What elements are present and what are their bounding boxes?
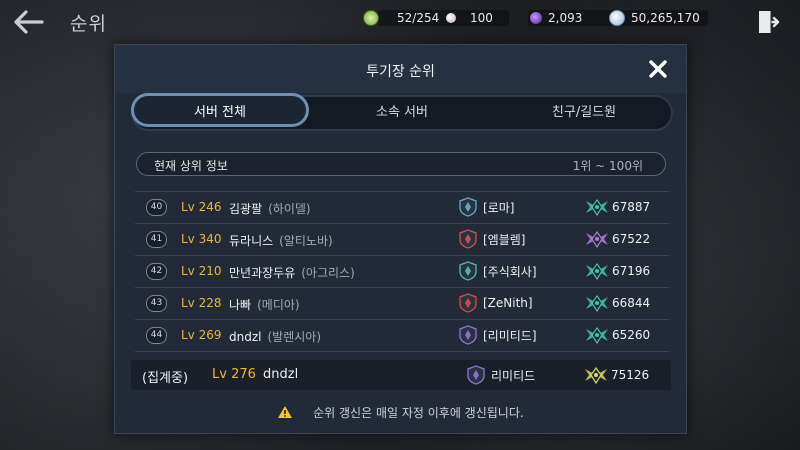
guild-crest-icon [459, 293, 477, 313]
score-value: 67522 [612, 232, 651, 246]
player-name: dndzl [229, 330, 262, 344]
arena-score: 66844 [584, 291, 650, 315]
player-server: (아그리스) [301, 266, 355, 280]
tab-friends-guild[interactable]: 친구/길드원 [495, 97, 673, 129]
resource-silver: 50,265,170 [609, 9, 700, 27]
my-name: dndzl [263, 367, 299, 382]
player-name: 나빠 [229, 298, 252, 312]
guild-crest-icon [459, 325, 477, 345]
rank-range: 1위 ~ 100위 [572, 159, 643, 173]
ranking-row[interactable]: 41 Lv 340 듀라니스 (알티노바) [엠블렘] 67522 [135, 223, 669, 255]
rank-number: 40 [146, 199, 167, 216]
page-title: 순위 [70, 13, 107, 35]
player-level: Lv 228 [181, 296, 222, 310]
guild-name: [로마] [483, 200, 515, 215]
guild: [ZeNith] [459, 291, 533, 315]
ranking-row[interactable]: 43 Lv 228 나빠 (메디아) [ZeNith] 66844 [135, 287, 669, 319]
my-score: 75126 [583, 363, 649, 387]
player-server: (메디아) [257, 298, 300, 312]
tab-my-server[interactable]: 소속 서버 [313, 97, 491, 129]
top-info-label: 현재 상위 정보 [154, 159, 228, 173]
arena-score: 65260 [584, 323, 650, 347]
arena-score: 67522 [584, 227, 650, 251]
guild: [로마] [459, 195, 514, 219]
ranking-row[interactable]: 42 Lv 210 만년과장두유 (아그리스) [주식회사] 67196 [135, 255, 669, 287]
my-guild: 리미티드 [467, 363, 535, 387]
ranking-tabs: 서버 전체 소속 서버 친구/길드원 [131, 93, 673, 131]
player-name-group: dndzl (발렌시아) [229, 328, 321, 345]
rank-number: 44 [146, 327, 167, 344]
arena-score: 67887 [584, 195, 650, 219]
player-name-group: 듀라니스 (알티노바) [229, 232, 333, 249]
player-name: 듀라니스 [229, 234, 274, 248]
silver-coin-icon [609, 10, 625, 26]
guild-name: [주식회사] [483, 264, 537, 279]
player-server: (알티노바) [279, 234, 333, 248]
player-level: Lv 340 [181, 232, 222, 246]
guild-name: [엠블렘] [483, 232, 526, 247]
top-info-bar: 현재 상위 정보 1위 ~ 100위 [136, 152, 666, 176]
rank-number: 43 [146, 295, 167, 312]
top-bar: 순위 52/254 100 2,093 50,265,170 [0, 0, 800, 44]
arena-tier-icon [586, 294, 608, 312]
player-level: Lv 269 [181, 328, 222, 342]
resource-dark-gem: 2,093 [530, 9, 582, 27]
rank-number: 41 [146, 231, 167, 248]
resource-stamina: 52/254 [363, 9, 439, 27]
guild-crest-icon [459, 197, 477, 217]
notice: 순위 갱신은 매일 자정 이후에 갱신됩니다. [115, 404, 686, 421]
player-name-group: 만년과장두유 (아그리스) [229, 264, 355, 281]
score-value: 67887 [612, 200, 651, 214]
guild: [주식회사] [459, 259, 537, 283]
score-value: 65260 [612, 328, 651, 342]
panel-header: 투기장 순위 [115, 45, 686, 93]
my-rank-row: (집계중) Lv 276 dndzl 리미티드 75126 [131, 360, 671, 390]
player-server: (발렌시아) [267, 330, 322, 344]
back-button[interactable] [12, 8, 46, 36]
warning-icon [278, 406, 293, 418]
dark-gem-icon [530, 12, 542, 24]
player-name-group: 김광팔 (하이델) [229, 200, 311, 217]
player-name: 만년과장두유 [229, 266, 296, 280]
panel-title: 투기장 순위 [366, 64, 435, 80]
guild: [리미티드] [459, 323, 537, 347]
stamina-icon [363, 10, 379, 26]
player-name-group: 나빠 (메디아) [229, 296, 300, 313]
arena-ranking-panel: 투기장 순위 서버 전체 소속 서버 친구/길드원 현재 상위 정보 1위 ~ … [114, 44, 687, 434]
ranking-row[interactable]: 44 Lv 269 dndzl (발렌시아) [리미티드] 65260 [135, 319, 669, 352]
tab-all-servers[interactable]: 서버 전체 [131, 93, 309, 127]
guild-crest-icon [459, 261, 477, 281]
ranking-row[interactable]: 40 Lv 246 김광팔 (하이델) [로마] 67887 [135, 191, 669, 223]
arrow-left-icon [14, 10, 44, 34]
exit-button[interactable] [756, 9, 780, 35]
rank-number: 42 [146, 263, 167, 280]
ranking-list[interactable]: 40 Lv 246 김광팔 (하이델) [로마] 67887 41 Lv 340 듀라니스 (알티… [135, 191, 669, 352]
player-server: (하이델) [268, 202, 311, 216]
player-level: Lv 210 [181, 264, 222, 278]
guild-name: [리미티드] [483, 328, 537, 343]
arena-tier-icon [586, 326, 608, 344]
pearl-icon [446, 13, 456, 23]
exit-door-icon [759, 11, 780, 33]
arena-score: 67196 [584, 259, 650, 283]
notice-text: 순위 갱신은 매일 자정 이후에 갱신됩니다. [313, 406, 524, 420]
player-name: 김광팔 [229, 202, 263, 216]
my-level: Lv 276 [212, 367, 256, 382]
guild-crest-icon [459, 229, 477, 249]
guild: [엠블렘] [459, 227, 525, 251]
resource-pearl: 100 [446, 9, 493, 27]
close-icon [649, 60, 667, 78]
close-button[interactable] [648, 59, 668, 79]
score-value: 67196 [612, 264, 651, 278]
player-level: Lv 246 [181, 200, 222, 214]
guild-name: [ZeNith] [483, 296, 533, 310]
arena-tier-icon [586, 230, 608, 248]
arena-tier-icon [585, 366, 607, 384]
arena-tier-icon [586, 198, 608, 216]
score-value: 66844 [612, 296, 651, 310]
guild-crest-icon [467, 365, 485, 385]
my-rank-status: (집계중) [142, 371, 189, 386]
arena-tier-icon [586, 262, 608, 280]
